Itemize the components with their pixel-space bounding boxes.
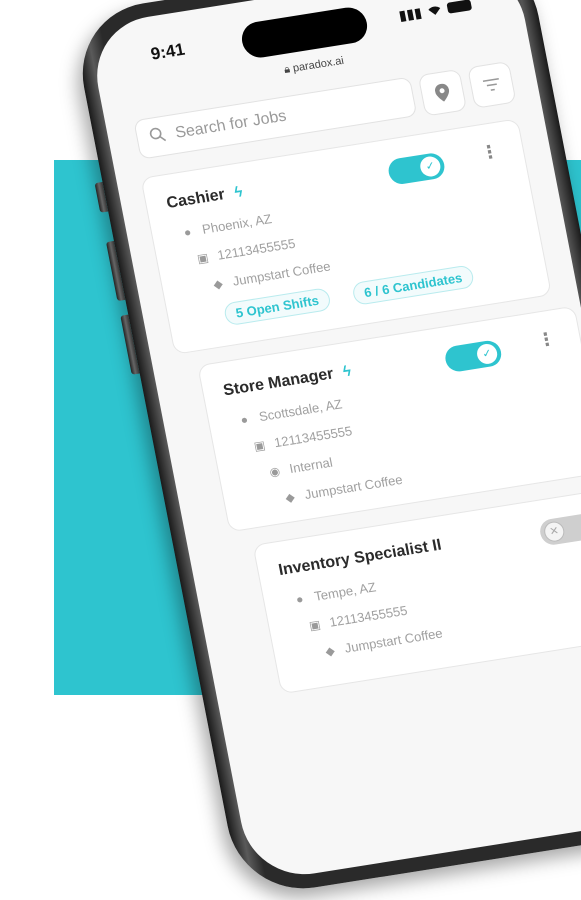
tag-icon: ◆ xyxy=(324,643,336,659)
candidates-badge[interactable]: 6 / 6 Candidates xyxy=(351,264,476,306)
status-icons: ▮▮▮ xyxy=(397,0,473,24)
x-icon: ✕ xyxy=(542,520,567,543)
job-visibility: ◉ Internal xyxy=(268,454,334,479)
dynamic-island xyxy=(238,4,371,61)
job-company: ◆ Jumpstart Coffee xyxy=(322,625,444,659)
tag-icon: ◆ xyxy=(212,276,224,292)
signal-icon: ▮▮▮ xyxy=(397,4,424,24)
status-time: 9:41 xyxy=(149,39,187,64)
tag-icon: ◆ xyxy=(284,489,296,505)
job-location: ● Tempe, AZ xyxy=(291,579,378,607)
bolt-icon: ϟ xyxy=(341,362,353,381)
filter-button[interactable] xyxy=(467,60,517,109)
job-company: ◆ Jumpstart Coffee xyxy=(282,472,404,506)
job-company: ◆ Jumpstart Coffee xyxy=(210,259,332,293)
more-options-icon[interactable]: ⋮ xyxy=(479,141,501,164)
url-text: paradox.ai xyxy=(291,54,345,75)
check-icon: ✓ xyxy=(475,342,499,366)
job-active-toggle[interactable]: ✓ xyxy=(386,151,447,186)
more-options-icon[interactable]: ⋮ xyxy=(536,328,558,351)
job-id: ▣ 12113455555 xyxy=(307,602,409,633)
job-title: Cashier ϟ xyxy=(165,183,245,213)
job-id: ▣ 12113455555 xyxy=(195,235,297,266)
wifi-icon xyxy=(426,1,443,19)
id-badge-icon: ▣ xyxy=(252,437,267,453)
internal-pin-icon: ◉ xyxy=(268,463,282,479)
job-id: ▣ 12113455555 xyxy=(252,423,354,453)
check-icon: ✓ xyxy=(418,155,443,178)
lock-icon: 🔒︎ xyxy=(283,63,292,77)
filter-icon xyxy=(482,77,499,91)
location-button[interactable] xyxy=(417,68,468,117)
search-icon xyxy=(148,125,168,148)
job-location: ● Phoenix, AZ xyxy=(179,211,273,240)
open-shifts-badge[interactable]: 5 Open Shifts xyxy=(222,287,332,327)
job-active-toggle[interactable]: ✓ xyxy=(443,338,504,374)
id-badge-icon: ▣ xyxy=(307,616,322,633)
job-active-toggle[interactable]: ✕ xyxy=(537,512,581,547)
job-title: Inventory Specialist II xyxy=(277,536,443,580)
id-badge-icon: ▣ xyxy=(195,249,210,266)
location-pin-icon xyxy=(435,83,450,102)
job-title: Store Manager ϟ xyxy=(221,362,353,400)
battery-icon xyxy=(446,0,473,14)
location-pin-icon: ● xyxy=(239,411,250,427)
location-pin-icon: ● xyxy=(182,224,193,240)
search-placeholder: Search for Jobs xyxy=(173,107,288,142)
bolt-icon: ϟ xyxy=(232,183,245,202)
job-location: ● Scottsdale, AZ xyxy=(236,396,343,427)
location-pin-icon: ● xyxy=(294,591,305,607)
